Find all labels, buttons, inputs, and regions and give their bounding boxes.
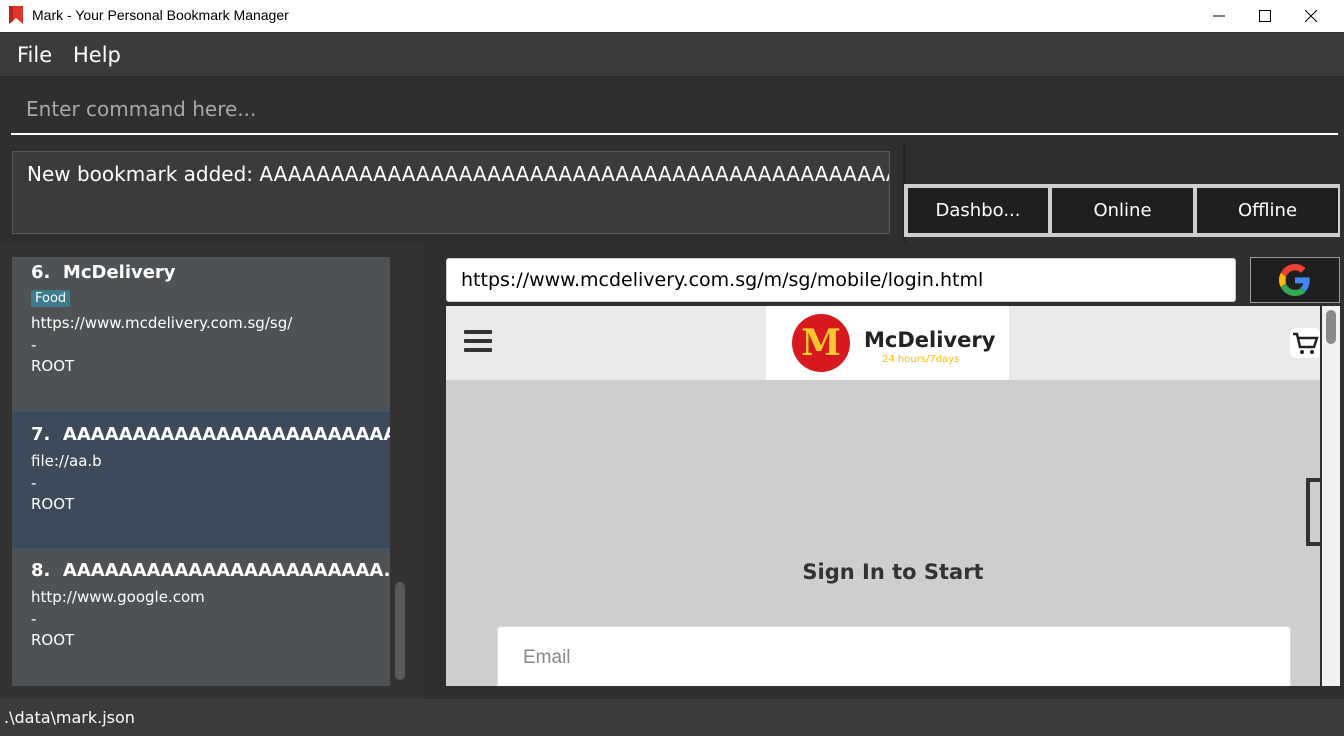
google-search-button[interactable] [1250, 257, 1340, 303]
bookmark-title: 6. McDelivery [31, 262, 176, 283]
window-title: Mark - Your Personal Bookmark Manager [32, 7, 289, 23]
mcdonalds-logo-icon: M [792, 314, 850, 372]
bookmark-list[interactable]: 6. McDelivery Food https://www.mcdeliver… [12, 257, 390, 686]
bookmark-card-8[interactable]: 8. AAAAAAAAAAAAAAAAAAAAAAA... http://www… [12, 549, 390, 686]
site-logo[interactable]: M McDelivery 24 hours/7days [766, 306, 1009, 380]
result-text: New bookmark added: AAAAAAAAAAAAAAAAAAAA… [27, 162, 890, 186]
web-view[interactable]: M McDelivery 24 hours/7days Sign In to S… [446, 306, 1320, 686]
menu-help[interactable]: Help [73, 43, 121, 67]
data-file-path: .\data\mark.json [4, 708, 135, 727]
bookmark-card-6[interactable]: 6. McDelivery Food https://www.mcdeliver… [12, 257, 390, 411]
bookmark-remark: - [31, 336, 37, 354]
tab-offline[interactable]: Offline [1197, 188, 1338, 233]
bookmark-app-icon [9, 6, 23, 24]
menu-file[interactable]: File [17, 43, 52, 67]
browser-scrollbar-thumb[interactable] [1326, 310, 1336, 344]
tag-badge[interactable]: Food [31, 290, 71, 307]
maximize-icon [1259, 10, 1271, 22]
status-bar: .\data\mark.json [0, 699, 1344, 736]
minimize-icon [1213, 15, 1225, 17]
bookmark-remark: - [31, 610, 37, 628]
google-icon [1279, 264, 1310, 296]
bookmark-url: http://www.google.com [31, 588, 205, 606]
title-bar: Mark - Your Personal Bookmark Manager [0, 0, 1344, 32]
site-header: M McDelivery 24 hours/7days [446, 306, 1320, 380]
tab-online[interactable]: Online [1052, 188, 1193, 233]
bookmark-title: 8. AAAAAAAAAAAAAAAAAAAAAAA... [31, 560, 390, 581]
site-name: McDelivery [864, 328, 996, 352]
minimize-button[interactable] [1196, 0, 1242, 32]
command-input[interactable] [11, 85, 1338, 135]
close-icon [1305, 10, 1317, 22]
bookmark-url: https://www.mcdelivery.com.sg/sg/ [31, 314, 293, 332]
bookmark-card-7-selected[interactable]: 7. AAAAAAAAAAAAAAAAAAAAAAAA file://aa.b … [12, 411, 390, 549]
bookmark-folder: ROOT [31, 357, 75, 375]
tab-dashboard[interactable]: Dashbo... [908, 188, 1048, 233]
cart-icon[interactable] [1290, 328, 1320, 358]
signin-title: Sign In to Start [802, 560, 984, 584]
maximize-button[interactable] [1242, 0, 1288, 32]
browser-scrollbar[interactable] [1322, 306, 1340, 686]
bookmark-remark: - [31, 474, 37, 492]
url-bar[interactable] [446, 258, 1236, 302]
bookmark-folder: ROOT [31, 631, 75, 649]
side-tab-frame [1306, 478, 1320, 546]
bookmark-title: 7. AAAAAAAAAAAAAAAAAAAAAAAA [31, 424, 390, 445]
close-button[interactable] [1288, 0, 1334, 32]
result-display: New bookmark added: AAAAAAAAAAAAAAAAAAAA… [12, 151, 890, 234]
hamburger-menu-icon[interactable] [464, 330, 492, 354]
email-field[interactable] [497, 626, 1291, 686]
bookmark-url: file://aa.b [31, 452, 102, 470]
bookmark-folder: ROOT [31, 495, 75, 513]
menu-bar: File Help [0, 33, 1344, 77]
list-scrollbar-thumb[interactable] [395, 582, 405, 680]
site-tagline: 24 hours/7days [882, 354, 960, 365]
